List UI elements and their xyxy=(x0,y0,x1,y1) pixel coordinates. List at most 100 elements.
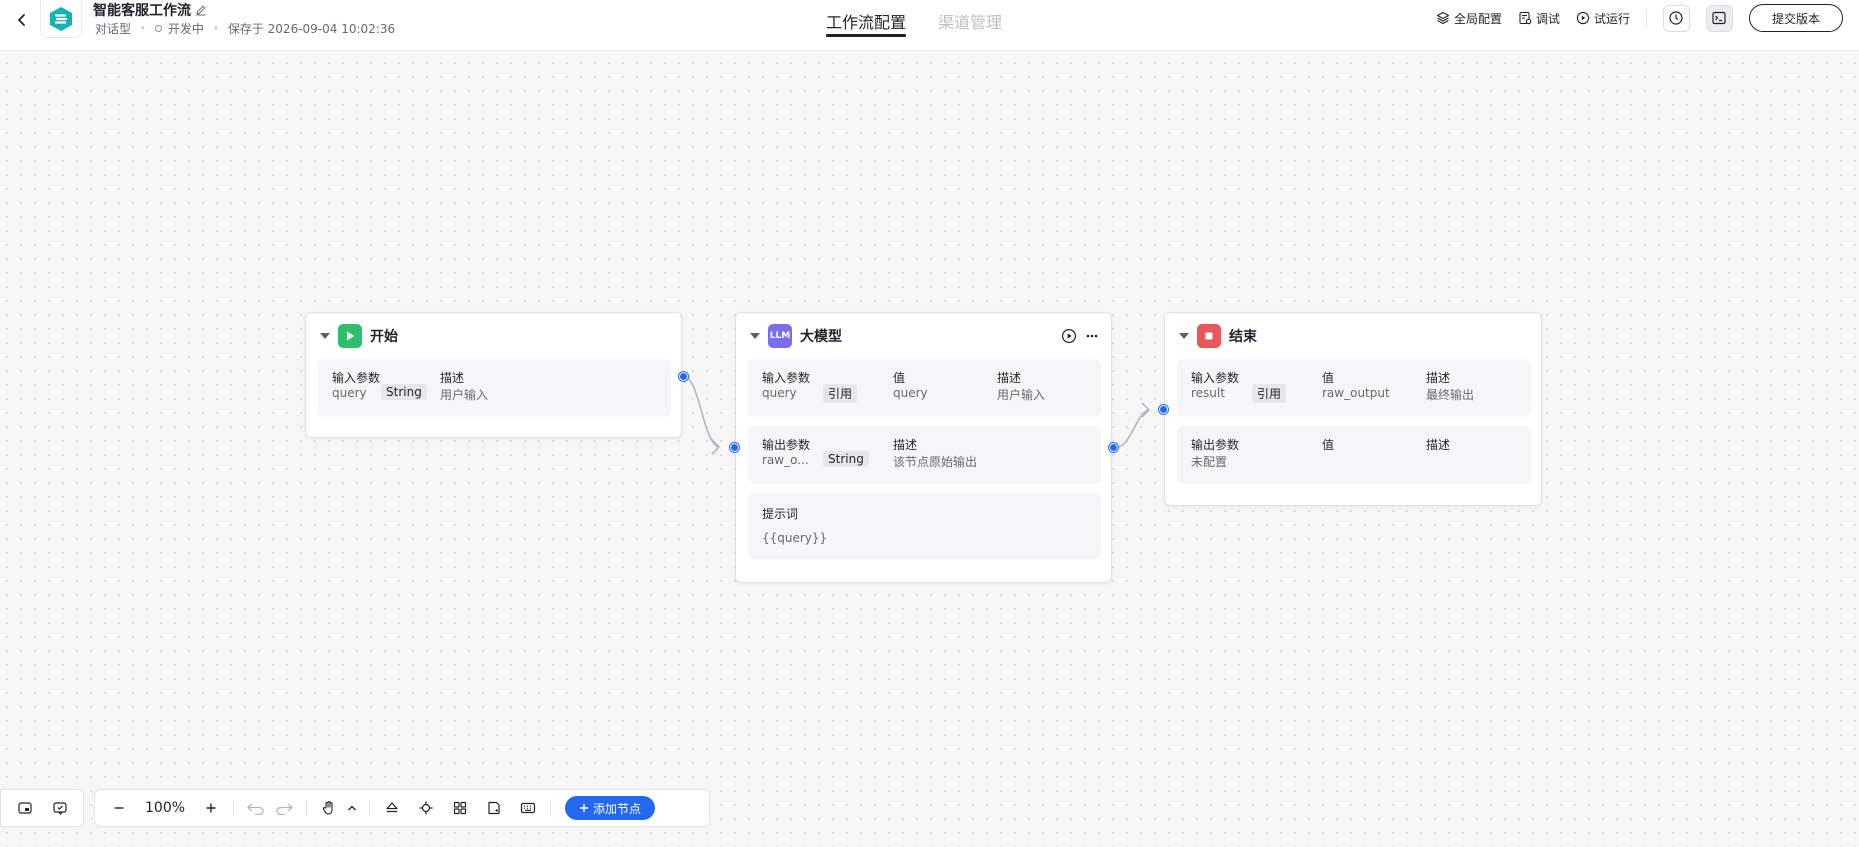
end-node-header: 结束 xyxy=(1165,313,1541,359)
start-node[interactable]: 开始 输入参数 描述 query String 用户输入 xyxy=(305,312,688,438)
keyboard-icon xyxy=(520,802,536,814)
edge-llm-to-end xyxy=(1116,409,1149,448)
llm-node[interactable]: LLM 大模型 输入参数 值 描述 query 引用 query 用户输入 输出… xyxy=(730,312,1118,583)
grid-layout-icon xyxy=(453,801,467,815)
toolbar-divider xyxy=(369,800,371,816)
start-node-icon xyxy=(338,324,362,348)
llm-node-tools xyxy=(1061,326,1099,346)
desc-label: 描述 xyxy=(1426,371,1451,385)
trial-run-button[interactable]: 试运行 xyxy=(1576,10,1630,27)
play-icon xyxy=(347,331,354,341)
minimap-bar xyxy=(0,789,84,827)
run-node-button[interactable] xyxy=(1061,326,1077,346)
submit-version-button[interactable]: 提交版本 xyxy=(1748,4,1843,32)
end-node-icon xyxy=(1197,324,1221,348)
param-type-tag: String xyxy=(381,384,427,400)
edge-arrow-llm xyxy=(711,439,721,455)
undo-icon xyxy=(247,803,264,815)
param-name: query xyxy=(332,386,367,400)
add-note-button[interactable] xyxy=(480,794,508,822)
hand-icon xyxy=(322,800,333,815)
input-params-label: 输入参数 xyxy=(332,371,381,385)
tab-workflow-config[interactable]: 工作流配置 xyxy=(826,0,907,38)
zoom-in-button[interactable] xyxy=(197,794,225,822)
global-config-button[interactable]: 全局配置 xyxy=(1436,10,1502,27)
meta-separator: • xyxy=(140,23,146,34)
edge-arrow-end xyxy=(1141,402,1151,418)
meta-separator: • xyxy=(212,23,219,34)
param-name: query xyxy=(762,386,797,400)
back-button[interactable] xyxy=(10,8,34,32)
llm-output-port[interactable] xyxy=(1109,443,1118,452)
prompt-content: {{query}} xyxy=(762,531,828,545)
locate-button[interactable] xyxy=(412,794,440,822)
app-logo xyxy=(40,0,82,38)
minus-icon xyxy=(114,807,124,809)
play-circle-icon xyxy=(1576,11,1590,25)
actions-divider xyxy=(1645,9,1647,27)
input-params-label: 输入参数 xyxy=(762,371,811,385)
minimap-icon xyxy=(17,802,32,814)
app-title: 智能客服工作流 xyxy=(93,0,207,20)
align-button[interactable] xyxy=(378,794,406,822)
auto-layout-button[interactable] xyxy=(446,794,474,822)
play-circle-icon xyxy=(1061,328,1077,344)
edit-pencil-icon[interactable] xyxy=(195,4,207,16)
redo-button[interactable] xyxy=(270,794,298,822)
llm-node-icon: LLM xyxy=(768,324,792,348)
more-options-button[interactable] xyxy=(1085,326,1099,346)
terminal-icon xyxy=(1712,11,1727,25)
toolbar-divider xyxy=(550,800,552,816)
collapse-caret-icon[interactable] xyxy=(750,333,760,339)
minimap-toggle-button[interactable] xyxy=(11,794,39,822)
zoom-out-button[interactable] xyxy=(105,794,133,822)
shortcuts-button[interactable] xyxy=(514,794,542,822)
history-button[interactable] xyxy=(1662,4,1690,32)
hand-tool-button[interactable] xyxy=(315,794,343,822)
comment-button[interactable] xyxy=(46,794,74,822)
not-configured-text: 未配置 xyxy=(1191,455,1228,469)
more-dots-icon xyxy=(1086,334,1098,338)
undo-button[interactable] xyxy=(242,794,270,822)
param-desc: 最终输出 xyxy=(1426,388,1475,402)
value-label: 值 xyxy=(1322,371,1335,385)
param-type-tag: String xyxy=(823,451,869,467)
end-input-port[interactable] xyxy=(1159,405,1168,414)
desc-label: 描述 xyxy=(997,371,1022,385)
collapse-caret-icon[interactable] xyxy=(320,333,330,339)
llm-input-port[interactable] xyxy=(730,443,739,452)
llm-input-params: 输入参数 值 描述 query 引用 query 用户输入 xyxy=(748,359,1101,417)
llm-node-title: 大模型 xyxy=(800,329,842,345)
start-node-header: 开始 xyxy=(306,313,681,359)
interaction-mode-toggle[interactable] xyxy=(343,794,361,822)
app-meta: 对话型 • 开发中 • 保存于 2026-09-04 10:02:36 xyxy=(95,20,395,37)
start-node-title: 开始 xyxy=(370,329,398,345)
llm-node-header: LLM 大模型 xyxy=(736,313,1111,359)
start-output-port[interactable] xyxy=(679,372,688,381)
status-dot-icon xyxy=(154,25,162,32)
param-value: query xyxy=(893,386,928,400)
param-value: raw_output xyxy=(1322,386,1390,400)
plus-icon xyxy=(580,804,589,812)
chevron-left-icon xyxy=(18,14,25,26)
end-node[interactable]: 结束 输入参数 值 描述 result 引用 raw_output 最终输出 输… xyxy=(1159,312,1542,506)
toolbar-divider xyxy=(233,800,235,816)
tab-channel-management[interactable]: 渠道管理 xyxy=(938,0,1002,38)
desc-label: 描述 xyxy=(893,438,918,452)
app-title-text: 智能客服工作流 xyxy=(93,3,191,19)
collapse-caret-icon[interactable] xyxy=(1179,333,1189,339)
add-node-button[interactable]: 添加节点 xyxy=(565,796,656,820)
debug-doc-icon xyxy=(1519,11,1532,25)
zoom-level[interactable]: 100% xyxy=(145,800,185,816)
output-params-label: 输出参数 xyxy=(762,438,811,452)
prompt-label: 提示词 xyxy=(762,507,799,521)
console-button[interactable] xyxy=(1705,4,1733,32)
note-icon xyxy=(488,801,500,815)
saved-time: 保存于 2026-09-04 10:02:36 xyxy=(227,22,396,36)
redo-icon xyxy=(276,803,294,815)
debug-button[interactable]: 调试 xyxy=(1518,10,1560,27)
global-config-label: 全局配置 xyxy=(1453,11,1502,26)
locate-icon xyxy=(419,801,433,815)
param-desc: 该节点原始输出 xyxy=(893,455,978,469)
app-status: 开发中 xyxy=(167,22,204,36)
